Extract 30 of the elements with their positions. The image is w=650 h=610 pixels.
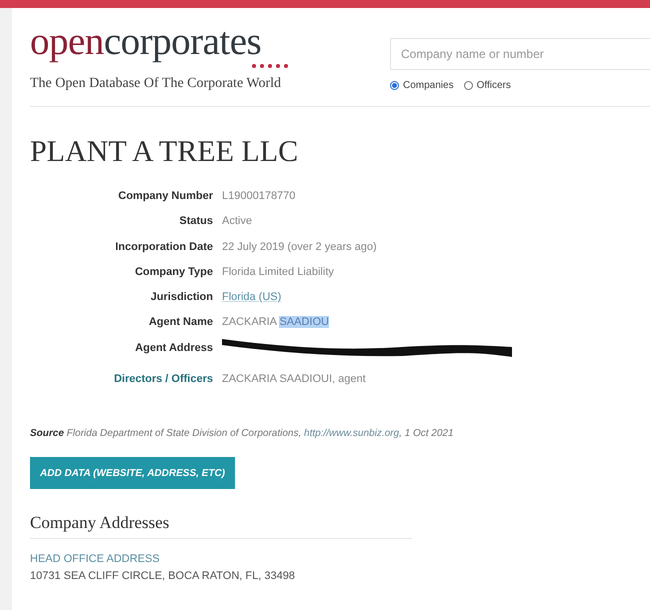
field-label: Status [179, 215, 213, 228]
field-label: Company Type [134, 266, 213, 278]
source-link[interactable]: http://www.sunbiz.org [304, 428, 400, 440]
radio-button[interactable] [390, 81, 399, 90]
field-label: Agent Name [148, 316, 213, 328]
field-label: Agent Address [135, 342, 213, 354]
address-type-link[interactable]: HEAD OFFICE ADDRESS [30, 551, 160, 568]
radio-button[interactable] [464, 81, 473, 90]
company-title: PLANT A TREE LLC [30, 135, 298, 169]
site-tagline: The Open Database Of The Corporate World [30, 76, 282, 92]
field-label: Incorporation Date [115, 240, 213, 253]
field-label-link[interactable]: Directors / Officers [114, 373, 213, 386]
source-note: Source Florida Department of State Division of Corporations, http://www.sunbiz.org, 1 Oct 2021 [30, 428, 455, 440]
field-value: 22 July 2019 (over 2 years ago) [222, 240, 377, 253]
site-logo[interactable]: opencorporates [30, 22, 262, 62]
field-value: Active [222, 215, 252, 228]
address-text: 10731 SEA CLIFF CIRCLE, BOCA RATON, FL, 33498 [30, 569, 295, 584]
field-value: ZACKARIA SAADIOU [222, 316, 329, 328]
field-value: ZACKARIA SAADIOUI, agent [222, 373, 366, 386]
search-field[interactable]: Company name or number [390, 38, 650, 70]
section-heading: Company Addresses [30, 513, 170, 534]
field-label: Jurisdiction [150, 291, 213, 304]
field-value: Florida Limited Liability [222, 266, 334, 278]
field-value: L19000178770 [222, 190, 296, 202]
radio-label[interactable]: Officers [476, 80, 511, 91]
field-link[interactable]: Florida (US) [222, 291, 282, 304]
field-label: Company Number [118, 190, 213, 202]
dots-icon [252, 64, 288, 68]
radio-label[interactable]: Companies [403, 80, 454, 91]
add-data-button[interactable]: ADD DATA (WEBSITE, ADDRESS, ETC) [30, 457, 235, 490]
